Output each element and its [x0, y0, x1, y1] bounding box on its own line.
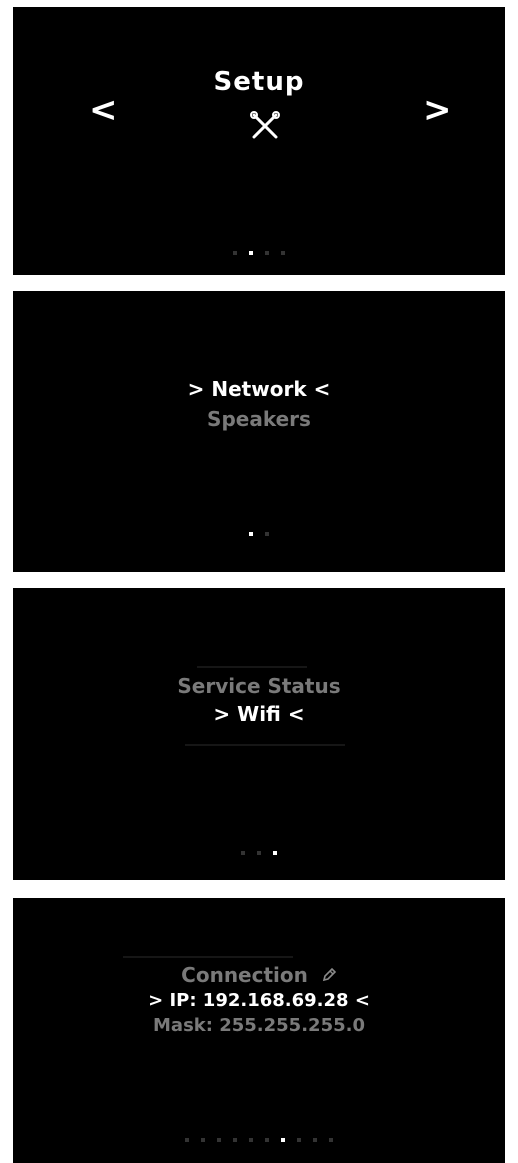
pagination-dot: [185, 1138, 189, 1142]
pagination-dot-active: [249, 532, 253, 536]
pagination-dot: [233, 1138, 237, 1142]
pagination-dot: [217, 1138, 221, 1142]
connection-label: Connection: [181, 963, 308, 987]
network-menu-screen: Service Status > Wifi <: [13, 588, 505, 880]
pagination-dots: [13, 532, 505, 536]
pagination-dot: [241, 851, 245, 855]
pencil-icon: [322, 967, 336, 982]
pagination-dot: [201, 1138, 205, 1142]
pagination-dot: [257, 851, 261, 855]
faded-menu-item: [185, 744, 345, 746]
tools-icon: [250, 111, 280, 139]
menu-item-connection[interactable]: Connection: [13, 963, 505, 987]
menu-item-speakers[interactable]: Speakers: [13, 407, 505, 431]
menu-item-mask[interactable]: Mask: 255.255.255.0: [13, 1015, 505, 1036]
chevron-left-icon[interactable]: <: [89, 93, 118, 127]
pagination-dot: [233, 251, 237, 255]
pagination-dot: [265, 532, 269, 536]
pagination-dot: [249, 1138, 253, 1142]
pagination-dot-active: [281, 1138, 285, 1142]
setup-screen: Setup < >: [13, 7, 505, 275]
setup-menu-screen: > Network < Speakers: [13, 291, 505, 572]
pagination-dots: [13, 251, 505, 255]
faded-menu-item: [197, 666, 307, 668]
pagination-dot: [313, 1138, 317, 1142]
menu-item-network[interactable]: > Network <: [13, 377, 505, 401]
pagination-dot: [265, 251, 269, 255]
faded-menu-item: [123, 956, 293, 958]
pagination-dot: [265, 1138, 269, 1142]
pagination-dot-active: [249, 251, 253, 255]
pagination-dots: [13, 851, 505, 855]
menu-item-ip[interactable]: > IP: 192.168.69.28 <: [13, 990, 505, 1011]
menu-item-wifi[interactable]: > Wifi <: [13, 702, 505, 726]
pagination-dots: [13, 1138, 505, 1142]
pagination-dot-active: [273, 851, 277, 855]
pagination-dot: [281, 251, 285, 255]
pagination-dot: [297, 1138, 301, 1142]
pagination-dot: [329, 1138, 333, 1142]
chevron-right-icon[interactable]: >: [423, 93, 452, 127]
wifi-details-screen: Connection > IP: 192.168.69.28 < Mask: 2…: [13, 898, 505, 1163]
menu-item-service-status[interactable]: Service Status: [13, 674, 505, 698]
